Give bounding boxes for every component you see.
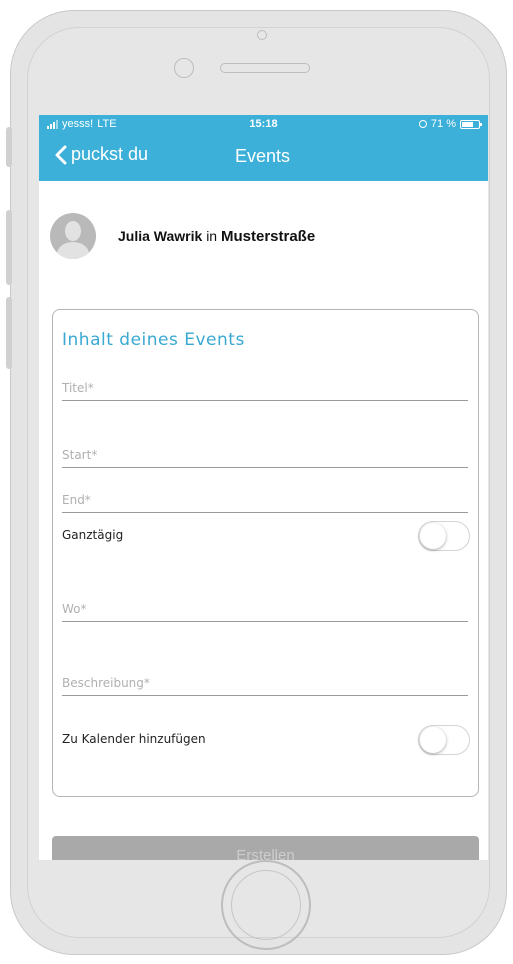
battery-fill <box>462 121 474 127</box>
location-input[interactable] <box>62 597 468 621</box>
end-input[interactable] <box>62 488 468 512</box>
author-connector: in <box>206 227 218 244</box>
app-screen: yesss! LTE 15:18 71 % puckst du Events J… <box>39 115 488 860</box>
form-title: Inhalt deines Events <box>62 330 245 350</box>
start-field <box>62 443 468 468</box>
home-button[interactable] <box>221 860 311 950</box>
author-row: Julia Wawrik in Musterstraße <box>50 213 315 259</box>
chevron-left-icon <box>55 145 67 164</box>
author-text: Julia Wawrik in Musterstraße <box>118 228 315 245</box>
add-to-calendar-row: Zu Kalender hinzufügen <box>62 725 470 755</box>
volume-down-button <box>6 297 12 369</box>
earpiece-speaker <box>220 63 310 73</box>
title-input[interactable] <box>62 376 468 400</box>
front-camera <box>257 30 267 40</box>
all-day-label: Ganztägig <box>62 528 124 542</box>
create-button[interactable]: Erstellen <box>52 836 479 860</box>
description-input[interactable] <box>62 671 468 695</box>
author-street[interactable]: Musterstraße <box>221 228 315 245</box>
battery-percent: 71 % <box>430 118 456 130</box>
battery-icon <box>460 119 482 129</box>
end-field <box>62 488 468 513</box>
back-button[interactable]: puckst du <box>55 144 148 165</box>
volume-up-button <box>6 210 12 285</box>
alarm-icon <box>418 120 427 128</box>
status-right: 71 % <box>418 118 482 130</box>
proximity-sensor <box>174 58 194 78</box>
status-bar: yesss! LTE 15:18 71 % <box>39 115 488 135</box>
toggle-knob <box>420 523 446 549</box>
title-field <box>62 376 468 401</box>
toggle-knob <box>420 727 446 753</box>
author-name[interactable]: Julia Wawrik <box>118 228 202 244</box>
mute-switch <box>6 127 12 167</box>
start-input[interactable] <box>62 443 468 467</box>
event-form-card: Inhalt deines Events Ganztägig Zu Kalend… <box>52 309 479 797</box>
back-label: puckst du <box>71 144 149 164</box>
description-field <box>62 671 468 696</box>
add-to-calendar-label: Zu Kalender hinzufügen <box>62 732 206 746</box>
all-day-row: Ganztägig <box>62 521 470 551</box>
page-title: Events <box>235 146 291 166</box>
add-to-calendar-toggle[interactable] <box>418 725 470 755</box>
avatar-placeholder-icon[interactable] <box>50 213 96 259</box>
navigation-bar: puckst du Events <box>39 135 488 181</box>
location-field <box>62 597 468 622</box>
all-day-toggle[interactable] <box>418 521 470 551</box>
